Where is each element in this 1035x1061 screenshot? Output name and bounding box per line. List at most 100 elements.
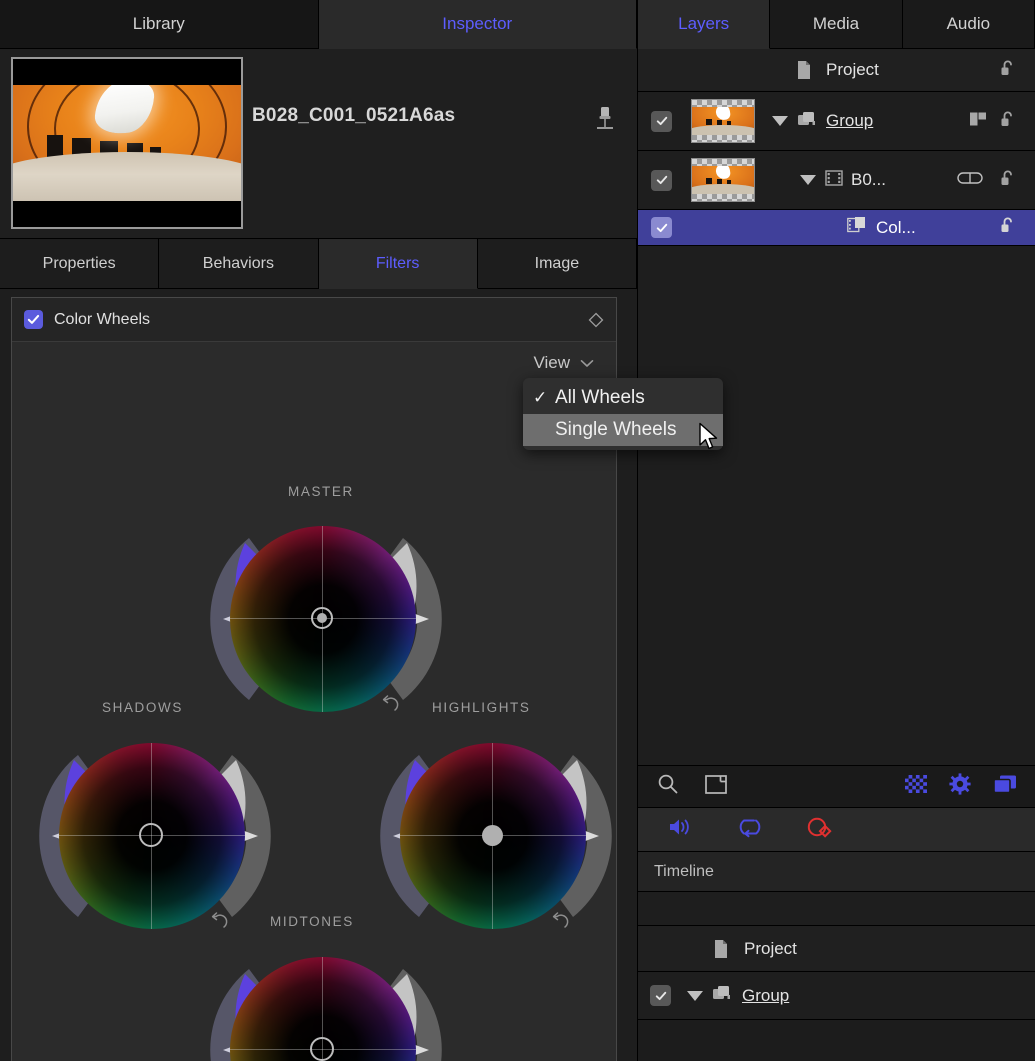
- thumbnail-image: [692, 166, 754, 194]
- layer-row-filter[interactable]: Col...: [638, 210, 1035, 246]
- menu-item-all-wheels[interactable]: ✓ All Wheels: [523, 382, 723, 414]
- wheel-handle-shadows[interactable]: [139, 823, 163, 847]
- timeline-ruler-area[interactable]: [638, 892, 1035, 926]
- wheel-label-shadows: SHADOWS: [102, 700, 183, 715]
- check-icon: [656, 174, 668, 186]
- document-icon: [796, 60, 812, 80]
- letterbox-top: [13, 59, 241, 85]
- check-icon: [656, 222, 668, 234]
- link-icon[interactable]: [957, 171, 983, 189]
- filter-enable-checkbox[interactable]: [24, 310, 43, 329]
- wheel-handle-highlights[interactable]: [482, 825, 503, 846]
- diamond-keyframe-icon[interactable]: [588, 312, 604, 328]
- color-wheel-shadows[interactable]: [30, 726, 280, 946]
- document-icon: [713, 939, 729, 959]
- view-dropdown-button[interactable]: View: [533, 353, 594, 373]
- tab-image[interactable]: Image: [478, 239, 637, 289]
- mask-icon[interactable]: [969, 111, 987, 132]
- layer-label-project: Project: [826, 60, 879, 80]
- tab-properties[interactable]: Properties: [0, 239, 159, 289]
- wheel-handle-midtones[interactable]: [310, 1037, 334, 1061]
- speaker-icon[interactable]: [668, 816, 694, 843]
- layers-empty-area[interactable]: [638, 246, 1035, 765]
- preview-header: B028_C001_0521A6as: [0, 49, 637, 239]
- layer-label-group[interactable]: Group: [826, 111, 873, 131]
- tab-layers[interactable]: Layers: [638, 0, 770, 49]
- motion-app-window: Library Inspector: [0, 0, 1035, 1061]
- layer-row-project[interactable]: Project: [638, 49, 1035, 92]
- check-icon: [655, 990, 667, 1002]
- tab-layers-label: Layers: [678, 14, 729, 34]
- playback-toolbar: [638, 808, 1035, 852]
- inspector-tab-bar: Library Inspector: [0, 0, 637, 49]
- clip-thumbnail[interactable]: [11, 57, 243, 229]
- timeline-visibility-checkbox[interactable]: [650, 985, 671, 1006]
- check-icon: [656, 115, 668, 127]
- tab-library[interactable]: Library: [0, 0, 319, 49]
- disclosure-triangle-timeline-group[interactable]: [687, 991, 703, 1001]
- search-icon[interactable]: [657, 773, 679, 800]
- color-wheel-master[interactable]: [201, 509, 451, 729]
- loop-icon[interactable]: [738, 816, 762, 843]
- menu-item-single-wheels[interactable]: Single Wheels: [523, 414, 723, 446]
- timeline-row-group[interactable]: Group: [638, 972, 1035, 1020]
- timeline-row-project[interactable]: Project: [638, 926, 1035, 972]
- group-icon: [712, 984, 732, 1007]
- color-wheel-midtones[interactable]: [201, 940, 451, 1061]
- view-dropdown-menu[interactable]: ✓ All Wheels Single Wheels: [523, 378, 723, 450]
- tab-image-label: Image: [535, 255, 579, 273]
- disclosure-triangle-clip[interactable]: [800, 175, 816, 185]
- reset-arrow-icon[interactable]: [381, 694, 401, 714]
- lock-open-icon[interactable]: [999, 216, 1017, 239]
- view-label: View: [533, 353, 570, 373]
- disclosure-triangle-group[interactable]: [772, 116, 788, 126]
- record-keyframe-icon[interactable]: [806, 816, 832, 843]
- timeline-label-group[interactable]: Group: [742, 986, 789, 1006]
- layer-label-clip[interactable]: B0...: [851, 170, 886, 190]
- film-icon: [825, 169, 843, 192]
- group-icon: [797, 110, 817, 133]
- tab-filters[interactable]: Filters: [319, 239, 478, 289]
- gear-icon[interactable]: [949, 773, 971, 800]
- frame-icon[interactable]: [705, 774, 727, 799]
- checkerboard-icon[interactable]: [905, 775, 927, 798]
- tab-properties-label: Properties: [43, 255, 116, 273]
- tab-media-label: Media: [813, 14, 859, 34]
- tab-library-label: Library: [133, 14, 185, 34]
- layer-visibility-checkbox[interactable]: [651, 111, 672, 132]
- filter-film-icon: [847, 216, 867, 239]
- tunnel-floor: [13, 152, 241, 201]
- chevron-down-icon: [580, 359, 594, 368]
- layer-visibility-checkbox[interactable]: [651, 170, 672, 191]
- stack-icon[interactable]: [993, 774, 1017, 799]
- timeline-label-project: Project: [744, 939, 797, 959]
- tab-filters-label: Filters: [376, 255, 420, 273]
- tab-audio[interactable]: Audio: [903, 0, 1035, 49]
- lock-open-icon[interactable]: [999, 169, 1017, 192]
- color-wheels-area: MASTER: [12, 384, 616, 1061]
- layer-label-filter[interactable]: Col...: [876, 218, 916, 238]
- tab-media[interactable]: Media: [770, 0, 902, 49]
- wheel-label-midtones: MIDTONES: [270, 914, 354, 929]
- layer-row-group[interactable]: Group: [638, 92, 1035, 151]
- inspector-sub-tab-bar: Properties Behaviors Filters Image: [0, 239, 637, 289]
- wheel-label-highlights: HIGHLIGHTS: [432, 700, 531, 715]
- timeline-title: Timeline: [654, 863, 714, 881]
- layers-panel: Layers Media Audio Project: [637, 0, 1035, 1061]
- pushpin-icon[interactable]: [593, 105, 617, 133]
- tab-inspector[interactable]: Inspector: [319, 0, 638, 49]
- tab-behaviors[interactable]: Behaviors: [159, 239, 318, 289]
- reset-arrow-icon[interactable]: [551, 911, 571, 931]
- layer-row-clip[interactable]: B0...: [638, 151, 1035, 210]
- menu-item-single-wheels-label: Single Wheels: [555, 419, 676, 441]
- wheel-label-master: MASTER: [288, 484, 354, 499]
- layer-visibility-checkbox[interactable]: [651, 217, 672, 238]
- reset-arrow-icon[interactable]: [210, 911, 230, 931]
- check-icon: [27, 313, 40, 326]
- lock-open-icon[interactable]: [999, 59, 1017, 82]
- lock-open-icon[interactable]: [999, 110, 1017, 133]
- color-wheel-highlights[interactable]: [371, 726, 621, 946]
- tab-audio-label: Audio: [947, 14, 990, 34]
- timeline-header: Timeline: [638, 852, 1035, 892]
- thumbnail-image: [13, 59, 241, 227]
